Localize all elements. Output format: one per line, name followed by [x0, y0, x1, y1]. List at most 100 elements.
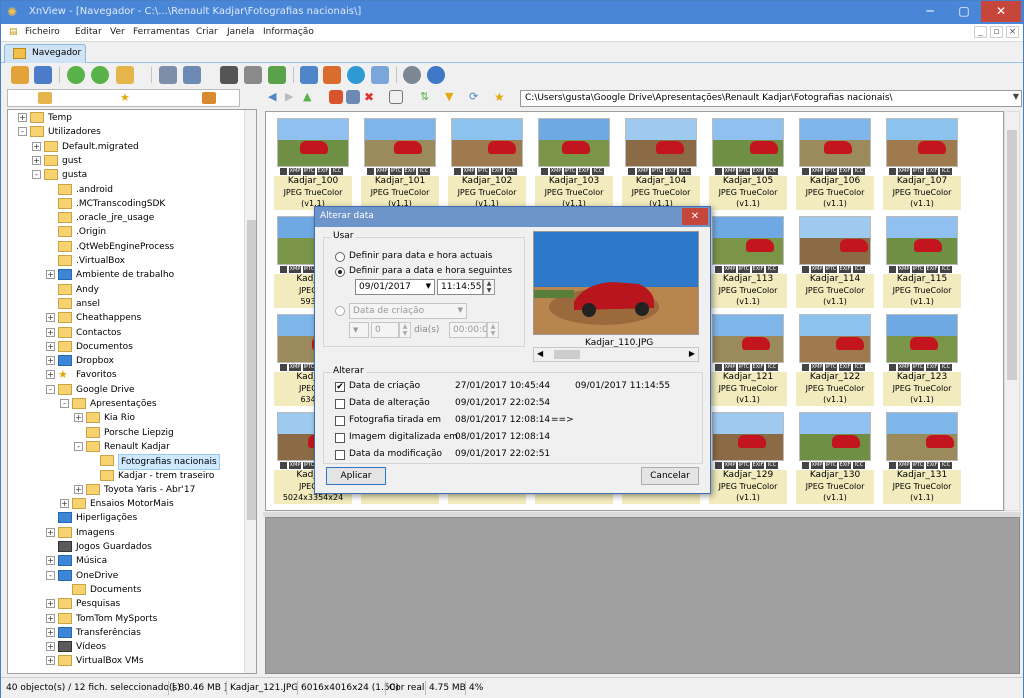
collapse-icon[interactable]: - — [60, 399, 69, 408]
thumbnail[interactable]: XMP IPTC EXIF ICC Kadjar_106 JPEG TrueColor (… — [796, 116, 874, 210]
menu-editar[interactable]: Editar — [75, 27, 102, 37]
cancel-button[interactable]: Cancelar — [641, 467, 699, 485]
expand-icon[interactable]: + — [46, 613, 55, 623]
grid-scrollbar[interactable] — [1004, 111, 1020, 511]
sort-icon[interactable]: ⇅ — [420, 90, 434, 104]
delete-icon[interactable]: ✖ — [364, 90, 378, 104]
gear-icon[interactable] — [403, 66, 421, 84]
row-checkbox[interactable]: ✔ — [335, 382, 345, 392]
expand-icon[interactable]: + — [74, 413, 83, 423]
thumbnail[interactable]: XMP IPTC EXIF ICC Kadjar_129 JPEG TrueColor (… — [709, 410, 787, 504]
tree-scrollbar[interactable] — [244, 110, 256, 673]
expand-icon[interactable]: + — [32, 155, 41, 165]
forward-icon[interactable]: ▶ — [285, 90, 299, 104]
expand-icon[interactable]: + — [46, 599, 55, 609]
menu-criar[interactable]: Criar — [196, 27, 218, 37]
menu-ferramentas[interactable]: Ferramentas — [133, 27, 190, 37]
maximize-button[interactable]: ▢ — [947, 1, 981, 22]
time-spinner[interactable]: ▲ ▼ — [483, 279, 495, 295]
date-picker[interactable]: 09/01/2017 ▼ — [355, 279, 435, 295]
source-date-select[interactable]: Data de criação ▼ — [349, 303, 467, 319]
expand-icon[interactable]: + — [46, 627, 55, 637]
scroll-right-icon[interactable]: ▶ — [689, 349, 695, 358]
print-icon[interactable] — [244, 66, 262, 84]
apply-button[interactable]: Aplicar — [326, 467, 386, 485]
scroll-left-icon[interactable]: ◀ — [537, 349, 543, 358]
days-spinner[interactable]: ▲ ▼ — [399, 322, 411, 338]
contact-sheet-icon[interactable] — [371, 66, 389, 84]
tree-scroll-thumb[interactable] — [247, 220, 256, 520]
days-field[interactable]: 0 — [371, 322, 399, 338]
row-checkbox[interactable] — [335, 433, 345, 443]
menu-ficheiro[interactable]: Ficheiro — [25, 27, 60, 37]
radio-current-datetime[interactable] — [335, 252, 345, 262]
collapse-icon[interactable]: - — [46, 570, 55, 580]
expand-icon[interactable]: + — [46, 270, 55, 280]
new-folder-icon[interactable] — [329, 90, 343, 104]
slideshow-icon[interactable] — [34, 66, 52, 84]
move-icon[interactable] — [183, 66, 201, 84]
expand-icon[interactable]: + — [46, 556, 55, 566]
tab-navegador[interactable]: Navegador — [4, 44, 86, 63]
expand-icon[interactable]: + — [60, 499, 69, 509]
collapse-icon[interactable]: - — [74, 441, 83, 451]
mdi-close-icon[interactable]: × — [1006, 26, 1019, 38]
reload-icon[interactable] — [91, 66, 109, 84]
grid-scroll-thumb[interactable] — [1007, 130, 1017, 380]
rename-icon[interactable] — [346, 90, 360, 104]
convert-icon[interactable] — [323, 66, 341, 84]
thumbnail[interactable]: XMP IPTC EXIF ICC Kadjar_105 JPEG TrueColor (… — [709, 116, 787, 210]
expand-icon[interactable]: + — [46, 313, 55, 323]
thumbnail[interactable]: XMP IPTC EXIF ICC Kadjar_131 JPEG TrueColor (… — [883, 410, 961, 504]
expand-icon[interactable]: + — [46, 642, 55, 652]
expand-icon[interactable]: + — [46, 656, 55, 666]
categories-tab-icon[interactable] — [202, 92, 216, 104]
radio-from-field[interactable] — [335, 306, 345, 316]
up-icon[interactable]: ▲ — [303, 90, 317, 104]
scan-icon[interactable] — [268, 66, 286, 84]
mdi-restore-icon[interactable]: ▫ — [990, 26, 1003, 38]
address-bar[interactable]: C:\Users\gusta\Google Drive\Apresentaçõe… — [520, 90, 1022, 107]
find-icon[interactable] — [220, 66, 238, 84]
filter-icon[interactable]: ▼ — [445, 90, 459, 104]
sync-icon[interactable]: ⟳ — [469, 90, 483, 104]
collapse-icon[interactable]: - — [32, 170, 41, 180]
thumbnail[interactable]: XMP IPTC EXIF ICC Kadjar_122 JPEG TrueColor (… — [796, 312, 874, 406]
radio-following-datetime[interactable] — [335, 267, 345, 277]
row-checkbox[interactable] — [335, 399, 345, 409]
menu-informacao[interactable]: Informação — [263, 27, 314, 37]
thumbnail[interactable]: XMP IPTC EXIF ICC Kadjar_113 JPEG TrueColor (… — [709, 214, 787, 308]
back-icon[interactable]: ◀ — [268, 90, 282, 104]
expand-icon[interactable]: + — [46, 527, 55, 537]
menu-app-icon[interactable]: ▤ — [9, 27, 18, 37]
collapse-icon[interactable]: - — [18, 127, 27, 137]
capture-icon[interactable] — [300, 66, 318, 84]
preview-scroll-thumb[interactable] — [554, 350, 580, 359]
preview-scrollbar[interactable]: ◀ ▶ — [533, 347, 699, 362]
thumbnail[interactable]: XMP IPTC EXIF ICC Kadjar_100 JPEG TrueColor (… — [274, 116, 352, 210]
offset-time-field[interactable]: 00:00:00 — [449, 322, 487, 338]
favorites-tab-icon[interactable]: ★ — [120, 92, 134, 104]
thumbnail[interactable]: XMP IPTC EXIF ICC Kadjar_103 JPEG TrueColor (… — [535, 116, 613, 210]
expand-icon[interactable]: + — [32, 141, 41, 151]
fullscreen-icon[interactable] — [11, 66, 29, 84]
thumbnail[interactable]: XMP IPTC EXIF ICC Kadjar_101 JPEG TrueColor (… — [361, 116, 439, 210]
dialog-close-button[interactable]: ✕ — [682, 208, 708, 225]
expand-icon[interactable]: + — [74, 484, 83, 494]
thumbnail[interactable]: XMP IPTC EXIF ICC Kadjar_114 JPEG TrueColor (… — [796, 214, 874, 308]
thumbnail[interactable]: XMP IPTC EXIF ICC Kadjar_102 JPEG TrueColor (… — [448, 116, 526, 210]
thumbnail[interactable]: XMP IPTC EXIF ICC Kadjar_130 JPEG TrueColor (… — [796, 410, 874, 504]
expand-icon[interactable]: + — [46, 370, 55, 380]
collapse-icon[interactable]: - — [46, 384, 55, 394]
view-mode-icon[interactable] — [389, 90, 403, 104]
thumbnail[interactable]: XMP IPTC EXIF ICC Kadjar_121 JPEG TrueColor (… — [709, 312, 787, 406]
web-icon[interactable] — [347, 66, 365, 84]
favorites-icon[interactable]: ★ — [494, 90, 508, 104]
chevron-down-icon[interactable]: ▼ — [1013, 92, 1019, 101]
expand-icon[interactable]: + — [46, 356, 55, 366]
folders-tab-icon[interactable] — [38, 92, 52, 104]
expand-icon[interactable]: + — [46, 327, 55, 337]
expand-icon[interactable]: + — [18, 113, 27, 122]
menu-janela[interactable]: Janela — [227, 27, 254, 37]
thumbnail[interactable]: XMP IPTC EXIF ICC Kadjar_104 JPEG TrueColor (… — [622, 116, 700, 210]
